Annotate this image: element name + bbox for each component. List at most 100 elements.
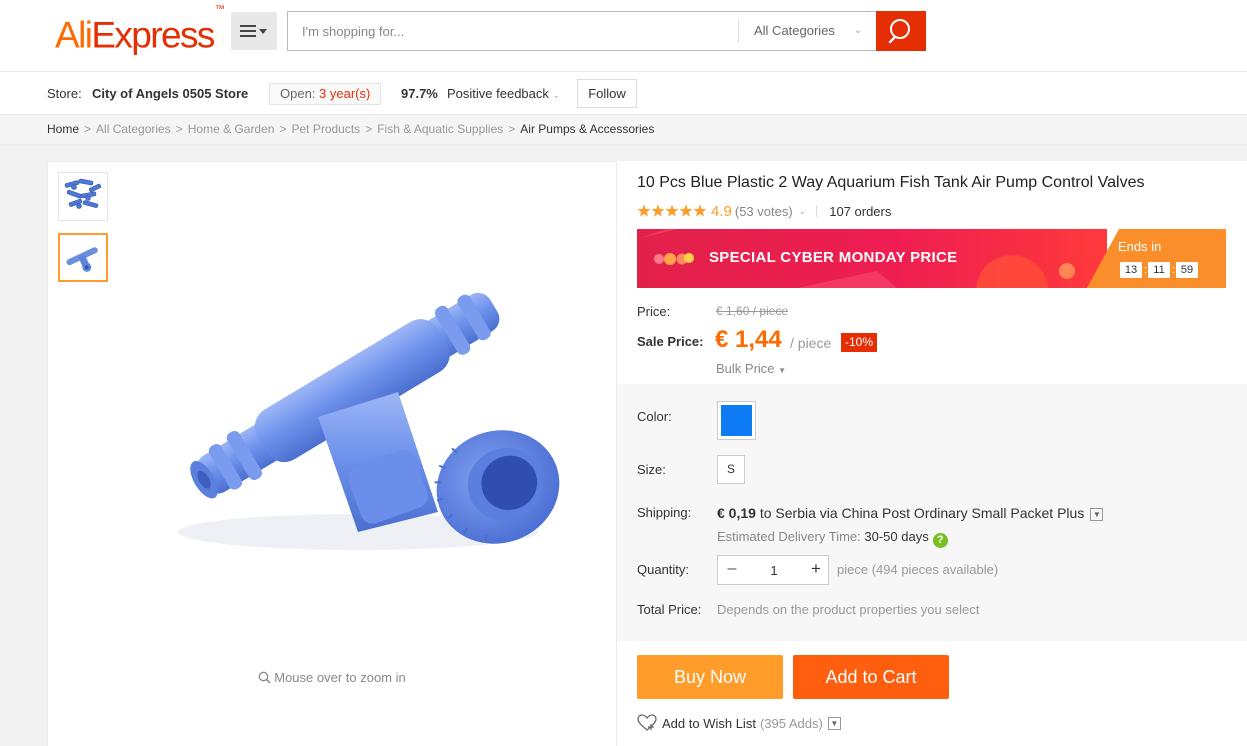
site-header: AliExpress™ All Categories ⌄ — [0, 0, 1247, 72]
thumbnail-2-active[interactable] — [58, 233, 108, 282]
follow-button[interactable]: Follow — [577, 79, 637, 108]
breadcrumb: Home > All Categories > Home & Garden > Pet Pr… — [0, 115, 1247, 145]
color-swatch-blue[interactable] — [717, 401, 756, 440]
countdown-seconds: 59 — [1176, 262, 1198, 278]
per-piece-unit: / piece — [790, 335, 832, 351]
breadcrumb-home[interactable]: Home — [47, 122, 79, 136]
wishlist-count: (395 Adds) — [759, 715, 823, 731]
positive-feedback-dropdown[interactable]: Positive feedback ⌄ — [447, 72, 560, 117]
product-gallery: Mouse over to zoom in — [47, 161, 617, 746]
color-label: Color: — [637, 409, 672, 424]
zoom-hint-text: Mouse over to zoom in — [274, 670, 406, 685]
orders-count: 107 orders — [829, 203, 892, 219]
product-options: Color: Size: S Shipping: € 0,19 to Serbi… — [617, 384, 1247, 641]
chevron-down-icon: ⌄ — [798, 205, 807, 216]
product-details: 10 Pcs Blue Plastic 2 Way Aquarium Fish … — [617, 161, 1247, 746]
promo-banner-left: SPECIAL CYBER MONDAY PRICE — [637, 229, 1107, 288]
original-price: € 1,60 / piece — [716, 304, 789, 318]
countdown-hours: 13 — [1120, 262, 1142, 278]
promo-banner: SPECIAL CYBER MONDAY PRICE Ends in 13 : … — [637, 229, 1226, 288]
store-open-badge: Open: 3 year(s) — [269, 83, 382, 105]
caret-down-icon: ▼ — [778, 366, 787, 375]
hamburger-menu-icon — [240, 25, 267, 37]
chevron-down-icon: ⌄ — [552, 90, 561, 100]
size-label: Size: — [637, 462, 666, 477]
quantity-decrease-button[interactable]: – — [718, 556, 746, 584]
add-to-wishlist[interactable]: Add to Wish List (395 Adds) ▼ — [637, 714, 841, 732]
sale-price: € 1,44 — [715, 326, 782, 353]
divider — [816, 205, 818, 217]
discount-badge: -10% — [841, 333, 878, 352]
zoom-hint: Mouse over to zoom in — [48, 670, 616, 685]
shipping-label: Shipping: — [637, 505, 692, 520]
breadcrumb-air-pumps[interactable]: Air Pumps & Accessories — [520, 122, 654, 136]
store-bar: Store: City of Angels 0505 Store Open: 3… — [0, 72, 1247, 115]
logo-trademark: ™ — [214, 4, 225, 15]
est-delivery-label: Estimated Delivery Time: — [717, 529, 861, 544]
wishlist-dropdown-chevron-icon[interactable]: ▼ — [827, 716, 841, 730]
price-label: Price: — [637, 304, 671, 319]
search-button[interactable] — [876, 11, 926, 51]
shipping-info: € 0,19 to Serbia via China Post Ordinary… — [717, 505, 1104, 521]
quantity-available: piece (494 pieces available) — [837, 562, 999, 577]
rating-stars-icon — [637, 204, 707, 217]
breadcrumb-separator: > — [508, 122, 516, 136]
quantity-stepper: – + — [717, 555, 829, 585]
breadcrumb-separator: > — [365, 122, 373, 136]
rating-row: 4.9 (53 votes) ⌄ 107 orders — [637, 201, 891, 221]
feedback-percent: 97.7% — [401, 86, 438, 101]
quantity-input[interactable] — [746, 556, 802, 584]
breadcrumb-separator: > — [175, 122, 183, 136]
category-select[interactable]: All Categories ⌄ — [738, 19, 876, 43]
countdown-separator: : — [1144, 264, 1148, 276]
breadcrumb-separator: > — [84, 122, 92, 136]
breadcrumb-all-categories[interactable]: All Categories — [96, 122, 171, 136]
rating-value: 4.9 — [711, 202, 732, 220]
breadcrumb-home-garden[interactable]: Home & Garden — [188, 122, 275, 136]
buy-now-button[interactable]: Buy Now — [637, 655, 783, 699]
est-delivery-days: 30-50 days — [864, 529, 929, 544]
ends-in-label: Ends in — [1118, 239, 1162, 254]
total-price-text: Depends on the product properties you se… — [717, 602, 980, 617]
shipping-dropdown-chevron-icon[interactable]: ▼ — [1090, 508, 1104, 521]
shipping-destination: Serbia via China Post Ordinary Small Pac… — [775, 505, 1085, 521]
quantity-increase-button[interactable]: + — [802, 556, 830, 584]
magnifier-icon — [258, 671, 271, 684]
category-select-value: All Categories — [754, 23, 835, 38]
bulk-price-label: Bulk Price — [716, 361, 775, 376]
store-name-link[interactable]: City of Angels 0505 Store — [92, 72, 248, 115]
countdown-separator: : — [1172, 264, 1176, 276]
add-to-cart-button[interactable]: Add to Cart — [793, 655, 949, 699]
heart-icon — [637, 714, 657, 731]
countdown-minutes: 11 — [1148, 262, 1170, 278]
shipping-cost: € 0,19 — [717, 505, 756, 521]
promo-countdown-panel — [1087, 229, 1226, 288]
store-label: Store: — [47, 86, 82, 101]
open-label: Open: — [280, 86, 316, 101]
main-product-image — [178, 292, 560, 550]
color-swatch-fill — [721, 405, 752, 436]
help-question-icon[interactable]: ? — [932, 533, 948, 548]
thumbnail-1[interactable] — [58, 172, 108, 221]
breadcrumb-fish-aquatic[interactable]: Fish & Aquatic Supplies — [377, 122, 503, 136]
shipping-to-text: to — [759, 505, 772, 521]
votes-dropdown[interactable]: (53 votes) — [735, 204, 793, 219]
bulk-price-dropdown[interactable]: Bulk Price ▼ — [716, 361, 786, 376]
search-box: All Categories ⌄ — [287, 11, 877, 51]
promo-text: SPECIAL CYBER MONDAY PRICE — [709, 249, 958, 266]
search-icon — [888, 19, 910, 44]
breadcrumb-pet-products[interactable]: Pet Products — [291, 122, 360, 136]
sale-price-label: Sale Price: — [637, 334, 704, 349]
open-value: 3 year(s) — [319, 86, 371, 101]
size-option-s[interactable]: S — [717, 455, 745, 484]
breadcrumb-separator: > — [279, 122, 287, 136]
chevron-down-icon: ⌄ — [853, 25, 862, 36]
category-menu-button[interactable] — [231, 12, 277, 50]
estimated-delivery: Estimated Delivery Time: 30-50 days? — [717, 529, 948, 548]
aliexpress-logo[interactable]: AliExpress™ — [55, 4, 225, 55]
wishlist-label: Add to Wish List — [662, 715, 756, 731]
feedback-label: Positive feedback — [447, 86, 549, 101]
product-title: 10 Pcs Blue Plastic 2 Way Aquarium Fish … — [637, 174, 1145, 191]
search-input[interactable] — [288, 12, 738, 50]
thumbnail-image — [66, 247, 98, 272]
